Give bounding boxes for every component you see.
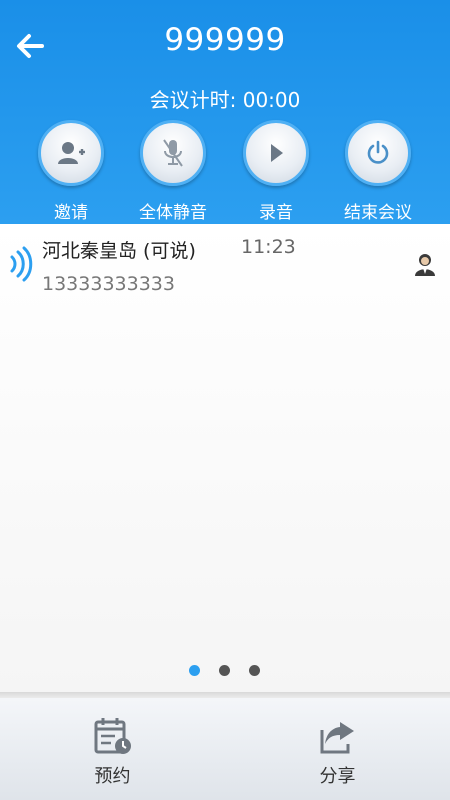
invite-circle [38,120,104,186]
page-dot-2[interactable] [219,665,230,676]
user-avatar-icon [415,254,435,276]
share-tab[interactable]: 分享 [225,698,450,800]
calendar-clock-icon [94,718,131,754]
invite-button[interactable]: 邀请 [21,120,121,224]
list-item[interactable]: 河北秦皇岛 (可说) 11:23 13333333333 [0,224,450,304]
page-indicator [0,660,450,680]
conference-header: 999999 会议计时: 00:00 邀请 全体静音 录音 结束会议 [0,0,450,224]
mute-all-button[interactable]: 全体静音 [123,120,223,224]
end-meeting-label: 结束会议 [344,203,412,223]
record-circle [243,120,309,186]
reserve-tab[interactable]: 预约 [0,698,225,800]
record-label: 录音 [259,203,293,223]
page-dot-3[interactable] [249,665,260,676]
bottom-tab-bar: 预约 分享 [0,698,450,800]
member-phone: 13333333333 [42,273,175,295]
invite-label: 邀请 [54,203,88,223]
share-label: 分享 [319,766,356,787]
power-icon [367,140,389,164]
member-time: 11:23 [241,236,296,258]
mute-all-circle [140,120,206,186]
end-meeting-circle [345,120,411,186]
mute-all-label: 全体静音 [139,203,207,223]
record-button[interactable]: 录音 [226,120,326,224]
member-list: 河北秦皇岛 (可说) 11:23 13333333333 [0,224,450,694]
microphone-mute-icon [163,139,183,167]
member-name: 河北秦皇岛 (可说) [42,240,196,262]
conference-title: 999999 [164,22,286,58]
speaking-icon [10,246,33,282]
play-icon [271,144,283,162]
meeting-timer: 会议计时: 00:00 [149,88,301,112]
reserve-label: 预约 [94,766,131,787]
add-user-icon [58,142,85,164]
action-bar: 邀请 全体静音 录音 结束会议 [0,120,450,224]
page-dot-1[interactable] [189,665,200,676]
share-icon [320,722,354,754]
end-meeting-button[interactable]: 结束会议 [328,120,428,224]
